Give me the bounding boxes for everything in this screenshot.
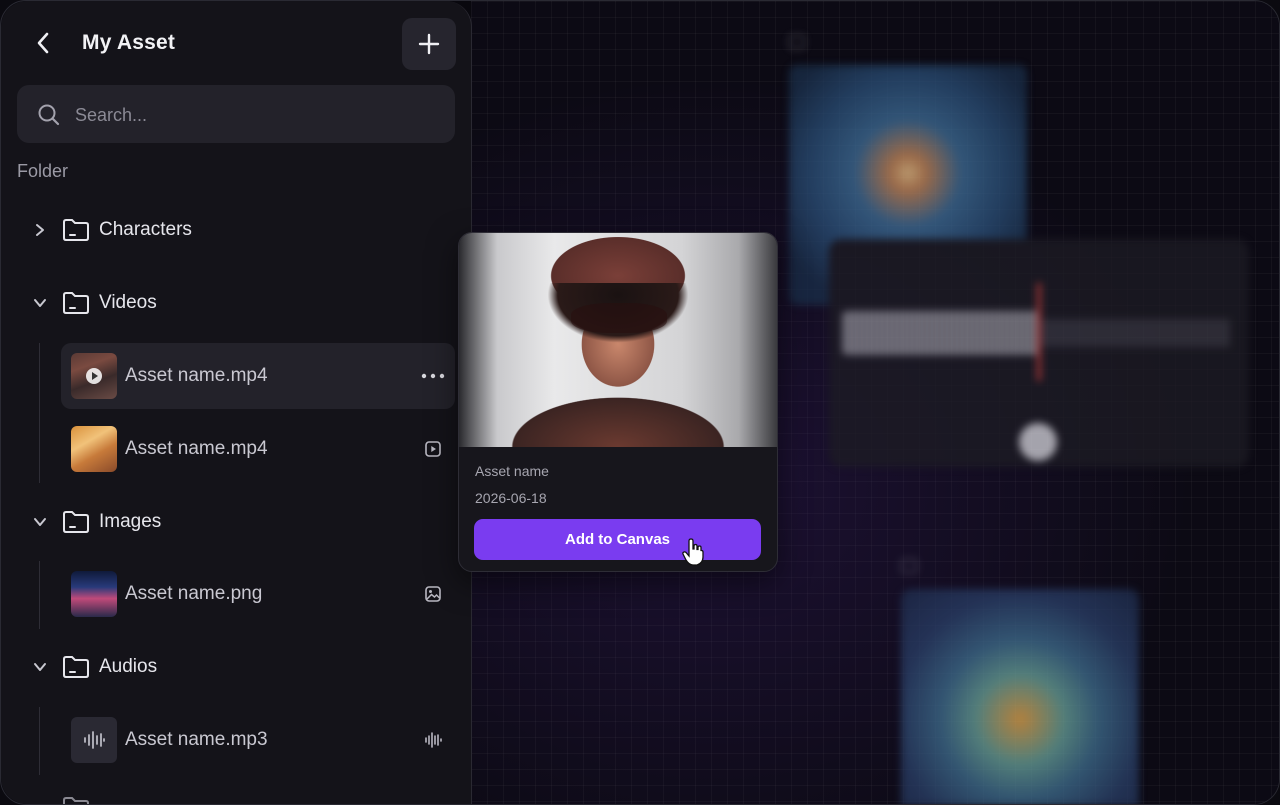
tree-line xyxy=(39,343,40,483)
canvas-video-label xyxy=(901,559,917,573)
folder-icon xyxy=(63,292,89,314)
asset-preview-card: Asset name 2026-06-18 Add to Canvas xyxy=(458,232,778,572)
folder-label: Images xyxy=(99,511,162,532)
asset-name: Asset name xyxy=(475,463,549,479)
asset-sidebar: My Asset Folder Characters Videos Asset … xyxy=(1,1,472,804)
folder-characters[interactable]: Characters xyxy=(23,213,192,247)
waveform-icon xyxy=(84,731,105,749)
folder-icon xyxy=(63,511,89,533)
asset-thumbnail xyxy=(71,717,117,763)
asset-label: Asset name.png xyxy=(125,583,263,604)
waveform-icon xyxy=(425,732,442,748)
chevron-left-icon xyxy=(37,32,49,54)
audio-waveform xyxy=(843,311,1041,355)
asset-preview-image xyxy=(459,233,777,447)
audio-waveform-remaining xyxy=(1041,319,1231,347)
chevron-down-icon xyxy=(34,299,46,307)
folder-partial[interactable] xyxy=(23,791,91,804)
search-box xyxy=(17,85,455,143)
folder-icon xyxy=(63,219,89,241)
plus-icon xyxy=(418,33,440,55)
asset-item-video-1[interactable]: Asset name.mp4 xyxy=(61,343,455,409)
back-button[interactable] xyxy=(31,29,55,57)
asset-thumbnail xyxy=(71,426,117,472)
search-icon xyxy=(38,104,60,126)
tree-line xyxy=(39,707,40,775)
asset-date: 2026-06-18 xyxy=(475,490,547,506)
asset-item-image-1[interactable]: Asset name.png xyxy=(61,561,455,627)
more-horizontal-icon xyxy=(421,373,445,379)
folder-icon xyxy=(63,656,89,678)
folder-label: Videos xyxy=(99,292,157,313)
canvas-video-node xyxy=(901,589,1139,804)
app-window: My Asset Folder Characters Videos Asset … xyxy=(0,0,1280,805)
folder-label: Characters xyxy=(99,219,192,240)
folder-label: Audios xyxy=(99,656,158,677)
audio-type-indicator xyxy=(421,728,445,752)
video-type-indicator xyxy=(421,437,445,461)
asset-item-video-2[interactable]: Asset name.mp4 xyxy=(61,416,455,482)
audio-playhead xyxy=(1037,283,1041,381)
add-to-canvas-button[interactable]: Add to Canvas xyxy=(474,519,761,560)
video-icon xyxy=(425,441,441,457)
folder-videos[interactable]: Videos xyxy=(23,286,157,320)
page-title: My Asset xyxy=(82,31,176,54)
play-overlay-icon xyxy=(86,368,102,384)
more-options-button[interactable] xyxy=(421,364,445,388)
chevron-right-icon xyxy=(36,224,44,236)
add-asset-button[interactable] xyxy=(402,18,456,70)
canvas-image-label xyxy=(789,35,805,49)
folder-audios[interactable]: Audios xyxy=(23,650,157,684)
audio-play-button xyxy=(1019,423,1057,461)
hand-cursor-icon xyxy=(682,538,704,566)
search-input[interactable] xyxy=(73,99,437,131)
chevron-down-icon xyxy=(34,518,46,526)
asset-item-audio-1[interactable]: Asset name.mp3 xyxy=(61,707,455,773)
tree-line xyxy=(39,561,40,629)
folder-icon xyxy=(63,797,89,804)
asset-thumbnail xyxy=(71,571,117,617)
section-label-folder: Folder xyxy=(17,161,69,181)
asset-label: Asset name.mp3 xyxy=(125,729,268,750)
image-icon xyxy=(425,586,441,602)
chevron-down-icon xyxy=(34,663,46,671)
image-type-indicator xyxy=(421,582,445,606)
folder-images[interactable]: Images xyxy=(23,505,161,539)
asset-label: Asset name.mp4 xyxy=(125,438,268,459)
asset-label: Asset name.mp4 xyxy=(125,365,268,386)
sidebar-header: My Asset xyxy=(1,1,471,85)
asset-thumbnail xyxy=(71,353,117,399)
